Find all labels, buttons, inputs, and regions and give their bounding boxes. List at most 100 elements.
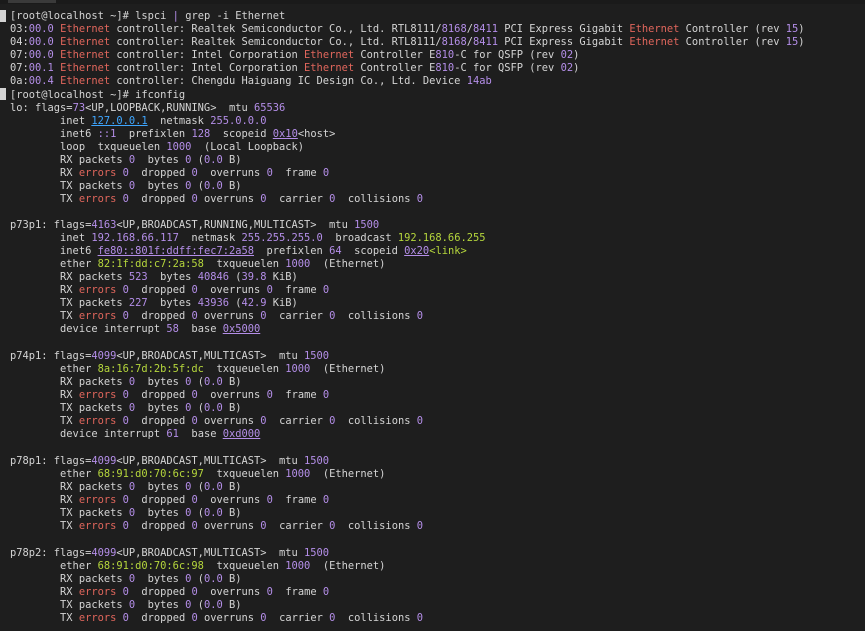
terminal-text-segment: 82:1f:dd:c7:2a:58 [97, 258, 204, 270]
terminal-text-segment: RX [10, 389, 79, 401]
terminal-text-segment: TX packets [10, 599, 129, 611]
terminal-text-segment: overruns [197, 284, 267, 296]
terminal-text-segment: ( [191, 599, 204, 611]
terminal-text-segment: Ethernet [235, 10, 286, 22]
terminal-text-segment: ) [798, 23, 805, 35]
terminal-text-segment: Controller E [354, 62, 436, 74]
terminal-text-segment: ) [573, 62, 580, 74]
terminal-text-segment: overruns [197, 193, 261, 205]
terminal-text-segment: inet [10, 232, 92, 244]
terminal-text-segment: carrier [266, 193, 330, 205]
terminal-text-segment: 227 [128, 297, 148, 309]
terminal-text-segment: 0x10 [272, 128, 298, 140]
terminal-text-segment: bytes [147, 271, 198, 283]
terminal-text-segment: carrier [266, 310, 330, 322]
terminal-text-segment: 0.0 [203, 402, 223, 414]
terminal-text-segment: frame [272, 494, 323, 506]
terminal-text-segment: 00.0 [28, 36, 61, 48]
terminal-line: RX errors 0 dropped 0 overruns 0 frame 0 [10, 494, 329, 507]
terminal-text-segment: Ethernet [304, 62, 355, 74]
terminal-text-segment: dropped [128, 389, 192, 401]
terminal-text-segment: 4099 [91, 350, 117, 362]
terminal-text-segment: fe80::801f:ddff:fec7:2a58 [97, 245, 254, 257]
terminal-text-segment: TX [10, 310, 79, 322]
terminal-text-segment: TX packets [10, 297, 129, 309]
terminal-text-segment: ether [10, 560, 98, 572]
terminal-text-segment: overruns [197, 310, 261, 322]
terminal-text-segment: dropped [128, 284, 192, 296]
terminal-text-segment: Ethernet [629, 23, 680, 35]
terminal-line: p78p2: flags=4099<UP,BROADCAST,MULTICAST… [10, 547, 329, 560]
terminal-text-segment: netmask [147, 115, 211, 127]
terminal-text-segment: B) [222, 599, 242, 611]
terminal-line: 0a:00.4 Ethernet controller: Chengdu Hai… [10, 75, 492, 88]
terminal-text-segment: 00.0 [28, 23, 61, 35]
terminal-text-segment: 07 [10, 62, 23, 74]
terminal-text-segment: bytes [135, 599, 186, 611]
terminal-line: TX packets 227 bytes 43936 (42.9 KiB) [10, 297, 298, 310]
terminal-text-segment: collisions [335, 520, 417, 532]
terminal-text-segment: 255.255.255.0 [241, 232, 323, 244]
terminal-text-segment: PCI Express Gigabit [498, 23, 630, 35]
terminal-text-segment: errors [78, 284, 117, 296]
terminal-text-segment: overruns [197, 520, 261, 532]
terminal-text-segment: dropped [128, 167, 192, 179]
terminal-line: RX errors 0 dropped 0 overruns 0 frame 0 [10, 586, 329, 599]
terminal-line: TX errors 0 dropped 0 overruns 0 carrier… [10, 310, 423, 323]
terminal-text-segment: 0.0 [203, 180, 223, 192]
terminal-text-segment: ( [191, 180, 204, 192]
terminal-text-segment: TX [10, 612, 79, 624]
terminal-text-segment: 0.0 [203, 599, 223, 611]
terminal-line: TX errors 0 dropped 0 overruns 0 carrier… [10, 415, 423, 428]
terminal-text-segment: bytes [135, 180, 186, 192]
terminal-text-segment: ether [10, 468, 98, 480]
terminal-text-segment: TX packets [10, 402, 129, 414]
terminal-text-segment: 58 [166, 323, 179, 335]
terminal-text-segment: 64 [329, 245, 342, 257]
terminal-text-segment: 43936 [197, 297, 229, 309]
terminal-text-segment: bytes [135, 481, 186, 493]
terminal-text-segment: 4163 [91, 219, 117, 231]
terminal-text-segment: collisions [335, 193, 417, 205]
terminal-text-segment: controller: Realtek Semiconductor Co., L… [110, 23, 442, 35]
terminal-text-segment: (Ethernet) [310, 560, 386, 572]
terminal-line: 07:00.0 Ethernet controller: Intel Corpo… [10, 49, 579, 62]
terminal-text-segment: B) [222, 180, 242, 192]
terminal-text-segment: controller: Intel Corporation [110, 49, 305, 61]
terminal-text-segment: lspci [135, 10, 173, 22]
terminal-text-segment: p73p1: flags= [10, 219, 92, 231]
terminal-text-segment: | [172, 10, 186, 22]
terminal-line: TX packets 0 bytes 0 (0.0 B) [10, 507, 242, 520]
terminal-text-segment: B) [222, 154, 242, 166]
terminal-text-segment: 15 [785, 23, 799, 35]
terminal-window[interactable]: [root@localhost ~]# lspci | grep -i Ethe… [0, 0, 865, 631]
terminal-line: RX packets 0 bytes 0 (0.0 B) [10, 573, 241, 586]
terminal-text-segment: errors [78, 167, 117, 179]
terminal-line: device interrupt 61 base 0xd000 [10, 428, 260, 441]
terminal-text-segment: 04 [10, 36, 23, 48]
terminal-text-segment: lo: flags= [10, 102, 73, 114]
terminal-text-segment: (rev [754, 23, 786, 35]
terminal-text-segment: errors [78, 586, 117, 598]
terminal-line: RX errors 0 dropped 0 overruns 0 frame 0 [10, 167, 329, 180]
terminal-text-segment: 127.0.0.1 [91, 115, 148, 127]
terminal-text-segment: 192.168.66.255 [397, 232, 486, 244]
terminal-text-segment: 68:91:d0:70:6c:97 [97, 468, 204, 480]
terminal-text-segment: ( [228, 297, 242, 309]
terminal-top-strip [0, 0, 865, 4]
terminal-text-segment: <UP,LOOPBACK,RUNNING> mtu [85, 102, 254, 114]
terminal-text-segment: B) [222, 507, 242, 519]
terminal-text-segment: TX [10, 415, 79, 427]
terminal-text-segment: bytes [135, 154, 186, 166]
terminal-text-segment: <UP,BROADCAST,RUNNING,MULTICAST> mtu [116, 219, 355, 231]
terminal-line: 03:00.0 Ethernet controller: Realtek Sem… [10, 23, 805, 36]
terminal-text-segment: controller: Chengdu Haiguang IC Design C… [110, 75, 467, 87]
terminal-text-segment: errors [78, 310, 117, 322]
terminal-text-segment: p74p1: flags= [10, 350, 92, 362]
terminal-text-segment: [root@localhost ~]# [10, 10, 136, 22]
terminal-text-segment: inet6 [10, 245, 98, 257]
terminal-text-segment: 1500 [304, 350, 330, 362]
terminal-text-segment: RX packets [10, 154, 129, 166]
terminal-text-segment: collisions [335, 415, 417, 427]
terminal-text-segment: 00.4 [28, 75, 61, 87]
